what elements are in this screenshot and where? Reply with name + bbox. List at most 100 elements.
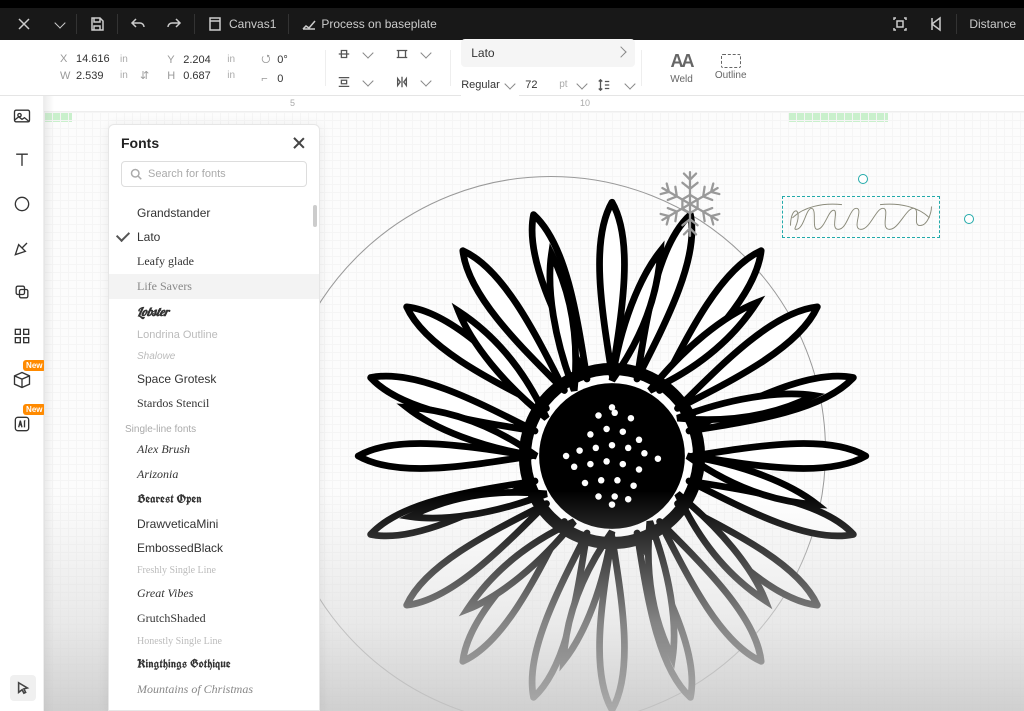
lock-aspect-icon[interactable]: ⇵ xyxy=(140,69,149,82)
font-item[interactable]: Londrina Outline xyxy=(109,324,319,346)
align-horizontal-button[interactable] xyxy=(332,42,356,66)
font-item-hover[interactable]: Life Savers xyxy=(109,274,319,299)
chevron-down-icon[interactable] xyxy=(576,78,587,89)
h-value[interactable]: 0.687 xyxy=(183,70,223,82)
font-list[interactable]: Grandstander Lato Leafy glade Life Saver… xyxy=(109,197,319,710)
font-item-selected[interactable]: Lato xyxy=(109,225,319,249)
font-item-label: Lato xyxy=(137,230,160,244)
shape-tool[interactable] xyxy=(8,190,36,218)
resize-handle[interactable] xyxy=(964,214,974,224)
canvas-area[interactable]: 5 10 xyxy=(44,96,1024,711)
x-unit: in xyxy=(120,54,136,65)
search-placeholder: Search for fonts xyxy=(148,168,226,180)
chevron-right-icon xyxy=(616,46,627,57)
x-value[interactable]: 14.616 xyxy=(76,53,116,65)
font-item[interactable]: Freshly Single Line xyxy=(109,560,319,581)
image-tool[interactable] xyxy=(8,102,36,130)
font-item[interactable]: Stardos Stencil xyxy=(109,391,319,416)
outline-icon xyxy=(721,54,741,68)
font-item[interactable]: Great Vibes xyxy=(109,581,319,606)
canvas-tab-label: Canvas1 xyxy=(229,17,276,31)
process-dropdown[interactable]: Process on baseplate xyxy=(291,8,446,40)
font-item[interactable]: DrawveticaMini xyxy=(109,512,319,536)
top-toolbar: Canvas1 Process on baseplate Distance xyxy=(0,8,1024,40)
distance-button[interactable]: Distance xyxy=(959,8,1018,40)
font-item[interactable]: Bearest Open xyxy=(109,487,319,512)
close-button[interactable] xyxy=(6,8,42,40)
font-item[interactable]: Arizonia xyxy=(109,462,319,487)
run-icon[interactable] xyxy=(918,8,954,40)
redo-button[interactable] xyxy=(156,8,192,40)
distribute-button[interactable] xyxy=(332,70,356,94)
w-label: W xyxy=(60,70,72,82)
undo-button[interactable] xyxy=(120,8,156,40)
font-item[interactable]: Grandstander xyxy=(109,201,319,225)
canvas-tab[interactable]: Canvas1 xyxy=(197,8,286,40)
font-item[interactable]: Lobster xyxy=(109,299,319,324)
font-weight-value: Regular xyxy=(461,79,500,91)
font-item[interactable]: Alex Brush xyxy=(109,437,319,462)
save-button[interactable] xyxy=(79,8,115,40)
chevron-down-icon[interactable] xyxy=(624,78,635,89)
distance-label: Distance xyxy=(969,17,1016,31)
duplicate-tool[interactable] xyxy=(8,278,36,306)
font-family-value: Lato xyxy=(471,46,494,60)
text-tool[interactable] xyxy=(8,146,36,174)
font-item[interactable]: Mountains of Christmas xyxy=(109,677,319,702)
line-spacing-button[interactable] xyxy=(592,73,616,97)
close-chevron[interactable] xyxy=(42,8,74,40)
font-item[interactable]: EmbossedBlack xyxy=(109,536,319,560)
fonts-panel-title: Fonts xyxy=(121,135,159,151)
outline-button[interactable]: Outline xyxy=(715,54,747,81)
fonts-panel: Fonts Search for fonts Grandstander Lato… xyxy=(108,124,320,711)
tool-rail: New New xyxy=(0,96,44,711)
mirror-button[interactable] xyxy=(390,70,414,94)
font-item[interactable]: Honestly Single Line xyxy=(109,631,319,652)
font-weight-select[interactable]: Regular xyxy=(461,74,519,96)
apps-tool[interactable] xyxy=(8,322,36,350)
selection-box[interactable] xyxy=(782,196,940,238)
y-value[interactable]: 2.204 xyxy=(183,54,223,66)
h-unit: in xyxy=(227,70,243,81)
library-tool[interactable]: New xyxy=(8,366,36,394)
new-badge: New xyxy=(23,404,45,415)
align-vertical-button[interactable] xyxy=(390,42,414,66)
corner-value[interactable]: 0 xyxy=(277,73,301,85)
w-unit: in xyxy=(120,70,136,81)
h-label: H xyxy=(167,70,179,82)
y-unit: in xyxy=(227,54,243,65)
property-bar: X 14.616 in W 2.539 in ⇵ Y 2.204 in H 0.… xyxy=(0,40,1024,96)
font-item[interactable]: GrutchShaded xyxy=(109,606,319,631)
process-label: Process on baseplate xyxy=(321,17,436,31)
ruler-horizontal: 5 10 xyxy=(44,96,1024,112)
search-icon xyxy=(130,168,142,180)
font-size-input[interactable]: 72 xyxy=(525,79,553,91)
font-item[interactable]: Space Grotesk xyxy=(109,367,319,391)
rotate-handle[interactable] xyxy=(858,174,868,184)
ruler-tick: 5 xyxy=(290,98,295,108)
weld-button[interactable]: AA Weld xyxy=(670,51,693,85)
font-search-input[interactable]: Search for fonts xyxy=(121,161,307,187)
x-label: X xyxy=(60,53,72,65)
close-icon[interactable] xyxy=(291,135,307,151)
w-value[interactable]: 2.539 xyxy=(76,70,116,82)
cursor-tool[interactable] xyxy=(10,675,36,701)
weld-label: Weld xyxy=(670,74,693,85)
new-badge: New xyxy=(23,360,45,371)
ai-tool[interactable]: New xyxy=(8,410,36,438)
font-size-unit: pt xyxy=(559,79,567,90)
font-item[interactable]: Shalowe xyxy=(109,346,319,367)
snowflake-artwork[interactable] xyxy=(652,166,728,242)
font-item[interactable]: Kingthings Gothique xyxy=(109,652,319,677)
weld-icon: AA xyxy=(671,51,693,72)
fade-overlay xyxy=(44,96,54,711)
font-family-select[interactable]: Lato xyxy=(461,39,635,67)
pen-tool[interactable] xyxy=(8,234,36,262)
ruler-tick: 10 xyxy=(580,98,590,108)
y-label: Y xyxy=(167,54,179,66)
rotate-value[interactable]: 0° xyxy=(277,54,301,66)
corner-icon: ⌐ xyxy=(261,73,273,85)
check-icon xyxy=(116,228,130,242)
frame-icon[interactable] xyxy=(882,8,918,40)
font-item[interactable]: Leafy glade xyxy=(109,249,319,274)
